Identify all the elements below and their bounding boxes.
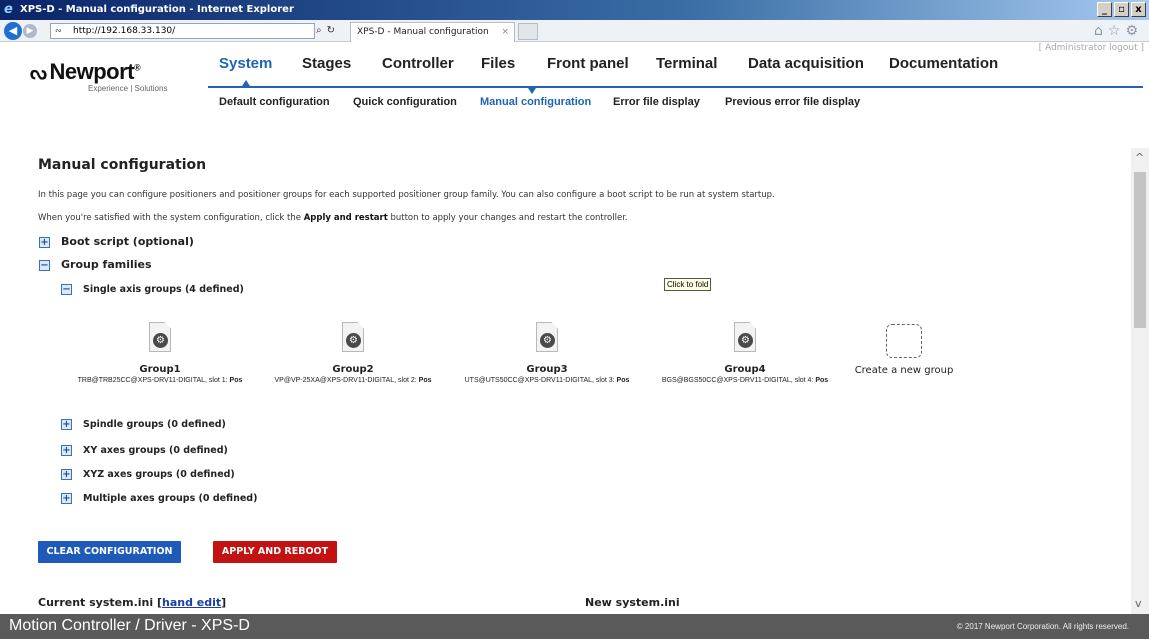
- expand-xyz-icon[interactable]: +: [61, 469, 72, 480]
- instruction-text: When you're satisfied with the system co…: [38, 213, 628, 223]
- group-file-icon: ⚙: [342, 322, 364, 352]
- nav-terminal[interactable]: Terminal: [656, 55, 717, 72]
- group-card[interactable]: ⚙ Group3 UTS@UTS50CC@XPS-DRV11-DIGITAL, …: [447, 322, 647, 384]
- group-name: Group2: [332, 364, 374, 375]
- refresh-icon[interactable]: ↻: [327, 23, 335, 39]
- group-description: UTS@UTS50CC@XPS-DRV11-DIGITAL, slot 3: P…: [464, 377, 630, 384]
- search-icon[interactable]: ⌕: [316, 23, 322, 39]
- hand-edit-link[interactable]: hand edit: [162, 596, 221, 609]
- subnav-error-file-display[interactable]: Error file display: [613, 96, 700, 108]
- window-titlebar: e XPS-D - Manual configuration - Interne…: [0, 0, 1149, 20]
- group-name: Group3: [526, 364, 568, 375]
- page-title: Manual configuration: [38, 157, 207, 173]
- scroll-down-icon[interactable]: v: [1135, 597, 1142, 610]
- multiple-groups-heading[interactable]: Multiple axes groups (0 defined): [83, 493, 257, 504]
- group-card[interactable]: ⚙ Group2 VP@VP-25XA@XPS-DRV11-DIGITAL, s…: [253, 322, 453, 384]
- spindle-groups-heading[interactable]: Spindle groups (0 defined): [83, 419, 226, 430]
- address-tools: ⌕ ↻: [316, 23, 335, 39]
- expand-multiple-icon[interactable]: +: [61, 493, 72, 504]
- group-card[interactable]: ⚙ Group4 BGS@BGS50CC@XPS-DRV11-DIGITAL, …: [645, 322, 845, 384]
- group-name: Group1: [139, 364, 181, 375]
- create-new-group[interactable]: Create a new group: [829, 322, 979, 376]
- group-file-icon: ⚙: [734, 322, 756, 352]
- subnav-default-configuration[interactable]: Default configuration: [219, 96, 330, 108]
- clear-configuration-button[interactable]: CLEAR CONFIGURATION: [38, 541, 181, 563]
- newport-logo[interactable]: ᔓ Newport®: [30, 59, 141, 85]
- site-favicon-icon: ∾: [55, 26, 62, 35]
- group-name: Group4: [724, 364, 766, 375]
- minimize-button[interactable]: _: [1097, 2, 1112, 17]
- xyz-groups-heading[interactable]: XYZ axes groups (0 defined): [83, 469, 235, 480]
- favorites-star-icon[interactable]: ☆: [1108, 23, 1126, 39]
- scroll-up-icon[interactable]: ^: [1135, 151, 1144, 164]
- group-description: VP@VP-25XA@XPS-DRV11-DIGITAL, slot 2: Po…: [274, 377, 432, 384]
- address-url: http://192.168.33.130/: [73, 26, 176, 36]
- intro-text: In this page you can configure positione…: [38, 190, 775, 200]
- internet-explorer-icon: e: [4, 2, 13, 17]
- gear-icon: ⚙: [153, 333, 168, 348]
- address-bar[interactable]: ∾ http://192.168.33.130/: [50, 23, 315, 39]
- expand-spindle-icon[interactable]: +: [61, 419, 72, 430]
- scrollbar-thumb[interactable]: [1134, 172, 1146, 328]
- subnav-quick-configuration[interactable]: Quick configuration: [353, 96, 457, 108]
- nav-controller[interactable]: Controller: [382, 55, 454, 72]
- create-group-label: Create a new group: [854, 365, 954, 376]
- close-tab-icon[interactable]: ×: [501, 23, 509, 42]
- xy-groups-heading[interactable]: XY axes groups (0 defined): [83, 445, 228, 456]
- gear-icon: ⚙: [540, 333, 555, 348]
- boot-script-heading[interactable]: Boot script (optional): [61, 235, 194, 248]
- single-axis-groups-heading[interactable]: Single axis groups (4 defined): [83, 284, 244, 295]
- fold-tooltip: Click to fold: [664, 278, 712, 291]
- nav-documentation[interactable]: Documentation: [889, 55, 998, 72]
- back-arrow-icon[interactable]: ◀: [4, 22, 22, 40]
- active-subnav-indicator: [528, 88, 536, 94]
- group-description: TRB@TRB25CC@XPS-DRV11-DIGITAL, slot 1: P…: [77, 377, 243, 384]
- group-file-icon: ⚙: [149, 322, 171, 352]
- footer-copyright: © 2017 Newport Corporation. All rights r…: [956, 622, 1129, 631]
- close-button[interactable]: x: [1131, 2, 1146, 17]
- admin-logout-link[interactable]: [ Administrator logout ]: [1039, 43, 1144, 53]
- group-card[interactable]: ⚙ Group1 TRB@TRB25CC@XPS-DRV11-DIGITAL, …: [60, 322, 260, 384]
- nav-files[interactable]: Files: [481, 55, 515, 72]
- subnav-previous-error-file-display[interactable]: Previous error file display: [725, 96, 860, 108]
- settings-gear-icon[interactable]: ⚙: [1125, 23, 1143, 39]
- collapse-single-axis-icon[interactable]: −: [61, 284, 72, 295]
- group-description: BGS@BGS50CC@XPS-DRV11-DIGITAL, slot 4: P…: [661, 377, 829, 384]
- expand-boot-script-icon[interactable]: +: [39, 237, 50, 248]
- nav-system[interactable]: System: [219, 55, 272, 72]
- nav-stages[interactable]: Stages: [302, 55, 351, 72]
- forward-arrow-icon[interactable]: ▶: [23, 24, 37, 38]
- window-controls: _ ▫ x: [1097, 2, 1146, 17]
- group-file-icon: ⚙: [536, 322, 558, 352]
- newport-mark-icon: ᔓ: [30, 63, 47, 84]
- page-footer: Motion Controller / Driver - XPS-D © 201…: [0, 614, 1149, 639]
- nav-front-panel[interactable]: Front panel: [547, 55, 629, 72]
- apply-and-reboot-button[interactable]: APPLY AND REBOOT: [213, 541, 337, 563]
- new-tab-button[interactable]: [518, 23, 538, 40]
- nav-divider: [208, 86, 1143, 88]
- collapse-group-families-icon[interactable]: −: [39, 260, 50, 271]
- new-group-placeholder-icon: [886, 324, 922, 358]
- logo-tagline: Experience | Solutions: [88, 84, 168, 93]
- gear-icon: ⚙: [346, 333, 361, 348]
- new-ini-heading: New system.ini: [585, 596, 680, 609]
- footer-product-name: Motion Controller / Driver - XPS-D: [9, 617, 250, 634]
- home-icon[interactable]: ⌂: [1094, 23, 1108, 39]
- current-ini-heading: Current system.ini [hand edit]: [38, 596, 227, 609]
- browser-tab[interactable]: XPS-D - Manual configuration ×: [350, 22, 515, 42]
- expand-xy-icon[interactable]: +: [61, 445, 72, 456]
- window-title: XPS-D - Manual configuration - Internet …: [20, 4, 294, 15]
- gear-icon: ⚙: [738, 333, 753, 348]
- browser-icons: ⌂☆⚙: [1094, 24, 1143, 38]
- group-families-heading[interactable]: Group families: [61, 258, 152, 271]
- browser-toolbar: ◀ ▶ ∾ http://192.168.33.130/ ⌕ ↻ XPS-D -…: [0, 20, 1149, 42]
- maximize-button[interactable]: ▫: [1114, 2, 1129, 17]
- subnav-manual-configuration[interactable]: Manual configuration: [480, 96, 591, 108]
- tab-title: XPS-D - Manual configuration: [357, 27, 489, 37]
- page-scrollbar[interactable]: ^ v: [1131, 148, 1149, 614]
- nav-data-acquisition[interactable]: Data acquisition: [748, 55, 864, 72]
